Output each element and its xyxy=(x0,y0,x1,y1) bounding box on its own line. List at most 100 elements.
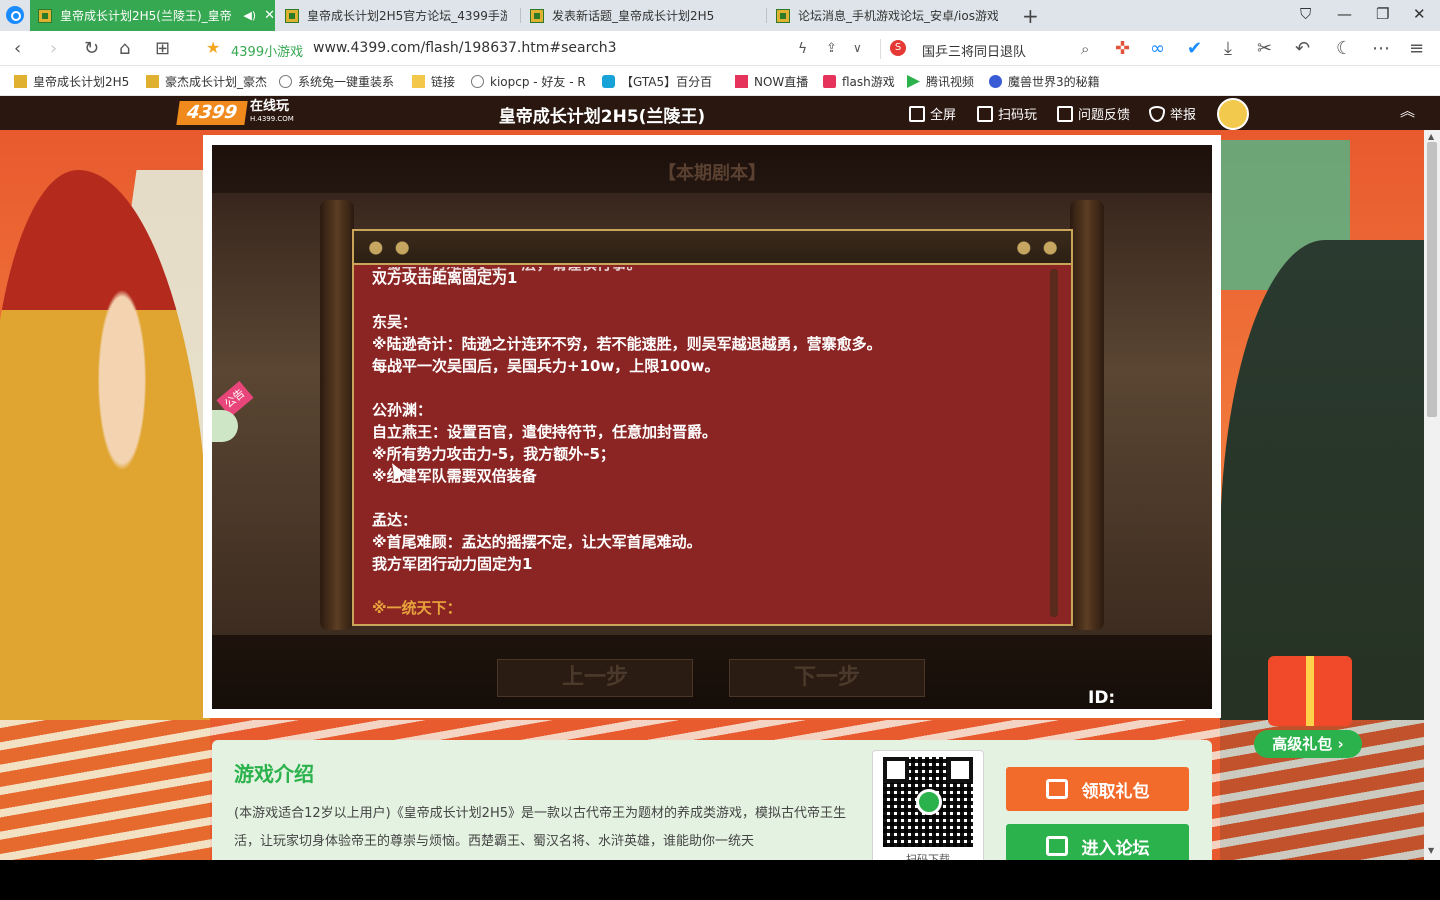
infinity-icon[interactable]: ∞ xyxy=(1150,38,1165,59)
premium-gift-label: 高级礼包 › xyxy=(1254,730,1362,758)
enter-forum-button[interactable]: 进入论坛 xyxy=(1006,824,1189,860)
favorite-star-icon[interactable]: ★ xyxy=(206,38,220,57)
scan-play-button[interactable]: 扫码玩 xyxy=(977,104,1037,123)
bookmark-item[interactable]: 【GTA5】百分百 xyxy=(602,73,712,90)
tab-messages[interactable]: 论坛消息_手机游戏论坛_安卓/ios游戏 xyxy=(768,0,1008,31)
bookmark-item[interactable]: kiopcp - 好友 - R xyxy=(471,73,586,90)
scan-play-label: 扫码玩 xyxy=(998,108,1038,123)
browser-logo-icon[interactable] xyxy=(6,6,24,24)
extension-icon[interactable]: ✔ xyxy=(1187,38,1202,59)
scrollbar-thumb[interactable] xyxy=(1427,142,1437,417)
fullscreen-icon xyxy=(909,105,925,122)
tab-label: 论坛消息_手机游戏论坛_安卓/ios游戏 xyxy=(798,9,998,23)
scroll-line: 每战平一次吴国后，吴国兵力+10w，上限100w。 xyxy=(372,357,720,375)
feedback-button[interactable]: 问题反馈 xyxy=(1057,104,1130,123)
flash-game-icon xyxy=(823,75,836,88)
tab-forum[interactable]: 皇帝成长计划2H5官方论坛_4399手游 xyxy=(277,0,517,31)
tab-divider xyxy=(520,8,521,23)
close-window-icon[interactable]: ✕ xyxy=(1413,5,1426,23)
fullscreen-button[interactable]: 全屏 xyxy=(909,104,956,123)
scroll-up-icon[interactable]: ▲ xyxy=(1428,132,1434,141)
bookmark-item[interactable]: 皇帝成长计划2H5 xyxy=(14,73,129,90)
tab-favicon-icon xyxy=(38,8,52,23)
divider xyxy=(880,39,881,59)
menu-icon[interactable]: ≡ xyxy=(1409,38,1424,59)
search-input[interactable]: 国乒三将同日退队 xyxy=(922,41,1026,60)
chevron-down-icon[interactable]: ∨ xyxy=(853,41,862,55)
report-button[interactable]: 举报 xyxy=(1149,104,1196,123)
address-bar: ‹ › ↻ ⌂ ⊞ ★ 4399小游戏 www.4399.com/flash/1… xyxy=(0,31,1440,66)
tab-new-topic[interactable]: 发表新话题_皇帝成长计划2H5 xyxy=(522,0,762,31)
scroll-text[interactable]: ※蜀军征讨难度更上一层，请谨慎行事。 双方攻击距离固定为1东吴：※陆逊奇计：陆逊… xyxy=(372,267,1042,619)
tab-label: 皇帝成长计划2H5官方论坛_4399手游 xyxy=(307,9,507,23)
url-input[interactable]: www.4399.com/flash/198637.htm#search3 xyxy=(313,40,617,56)
script-scroll: ※蜀军征讨难度更上一层，请谨慎行事。 双方攻击距离固定为1东吴：※陆逊奇计：陆逊… xyxy=(352,229,1073,626)
bilibili-icon xyxy=(602,75,615,88)
forward-icon[interactable]: › xyxy=(50,38,57,59)
scroll-blank-line xyxy=(372,575,1042,597)
bookmark-label: 系统兔一键重装系 xyxy=(298,75,395,89)
bookmark-label: 链接 xyxy=(431,75,456,89)
tab-label: 皇帝成长计划2H5(兰陵王)_皇帝 xyxy=(60,9,232,23)
next-step-button[interactable]: 下一步 xyxy=(729,659,925,697)
scroll-line: 东吴： xyxy=(372,313,418,331)
scroll-down-icon[interactable]: ▼ xyxy=(1428,846,1434,855)
scroll-line: 自立燕王：设置百官，遣使持符节，任意加封晋爵。 xyxy=(372,423,718,441)
search-icon[interactable]: ⌕ xyxy=(1081,40,1089,58)
bookmark-item[interactable]: 魔兽世界3的秘籍 xyxy=(989,73,1100,90)
tab-game[interactable]: 皇帝成长计划2H5(兰陵王)_皇帝 ◀) ✕ xyxy=(30,0,275,31)
more-icon[interactable]: ⋯ xyxy=(1372,38,1390,59)
reader-icon[interactable]: ⊞ xyxy=(155,38,170,59)
feedback-label: 问题反馈 xyxy=(1078,108,1131,123)
scissors-icon[interactable]: ✂ xyxy=(1257,38,1272,59)
prev-step-button[interactable]: 上一步 xyxy=(497,659,693,697)
back-icon[interactable]: ‹ xyxy=(14,38,21,59)
download-qr[interactable]: 扫码下载 xyxy=(872,750,984,860)
scroll-ornament-right xyxy=(1004,234,1070,262)
minimize-icon[interactable]: — xyxy=(1337,5,1352,23)
avatar[interactable] xyxy=(1217,98,1249,130)
gift-icon xyxy=(1045,779,1068,799)
bookmark-item[interactable]: NOW直播 xyxy=(735,73,808,90)
bookmark-item[interactable]: 豪杰成长计划_豪杰 xyxy=(146,73,267,90)
share-icon[interactable]: ⇪ xyxy=(826,41,837,56)
collapse-icon[interactable]: ︽ xyxy=(1400,100,1415,121)
new-tab-button[interactable]: + xyxy=(1022,4,1039,28)
search-engine-icon[interactable]: S xyxy=(890,40,906,56)
refresh-icon[interactable]: ↻ xyxy=(84,38,99,59)
bookmark-item[interactable]: 腾讯视频 xyxy=(907,73,974,90)
restore-icon[interactable]: ❐ xyxy=(1376,5,1389,23)
bookmark-item[interactable]: flash游戏 xyxy=(823,73,895,90)
paw-icon xyxy=(989,75,1002,88)
panel-title: 【本期剧本】 xyxy=(658,163,766,184)
speaker-icon[interactable]: ◀) xyxy=(243,9,256,22)
page-scrollbar[interactable]: ▲ ▼ xyxy=(1424,130,1440,860)
bookmark-item[interactable]: 链接 xyxy=(412,73,455,90)
premium-gift-float[interactable]: 高级礼包 › xyxy=(1254,650,1362,760)
report-label: 举报 xyxy=(1170,108,1197,123)
bookmark-label: 魔兽世界3的秘籍 xyxy=(1008,75,1100,89)
gamepad-icon[interactable]: ✜ xyxy=(1115,38,1130,59)
notice-badge[interactable]: 公告 xyxy=(212,380,254,444)
scroll-line: ※所有势力攻击力-5，我方额外-5； xyxy=(372,445,615,463)
home-icon[interactable]: ⌂ xyxy=(119,38,130,59)
scroll-ornament-left xyxy=(356,234,422,262)
undo-icon[interactable]: ↶ xyxy=(1295,38,1310,59)
bookmarks-bar: 皇帝成长计划2H5 豪杰成长计划_豪杰 系统兔一键重装系 链接 kiopcp -… xyxy=(0,66,1440,96)
close-tab-icon[interactable]: ✕ xyxy=(264,8,275,23)
scroll-blank-line xyxy=(372,487,1042,509)
download-icon[interactable]: ⤓ xyxy=(1224,38,1232,59)
bookmark-label: 腾讯视频 xyxy=(926,75,975,89)
scroll-blank-line xyxy=(372,377,1042,399)
scroll-track[interactable] xyxy=(1050,269,1058,617)
bookmark-item[interactable]: 系统兔一键重装系 xyxy=(279,73,394,90)
scroll-knob[interactable] xyxy=(1050,269,1058,617)
bookmark-label: 【GTA5】百分百 xyxy=(621,75,713,89)
scroll-line: ※陆逊奇计：陆逊之计连环不穷，若不能速胜，则吴军越退越勇，营寨愈多。 xyxy=(372,335,882,353)
scroll-roller-left xyxy=(320,200,354,630)
claim-gift-button[interactable]: 领取礼包 xyxy=(1006,767,1189,811)
tab-divider xyxy=(766,8,767,23)
night-mode-icon[interactable]: ☾ xyxy=(1336,38,1352,59)
shirt-icon[interactable]: ⛉ xyxy=(1300,5,1311,23)
lightning-icon[interactable]: ϟ xyxy=(798,41,807,57)
